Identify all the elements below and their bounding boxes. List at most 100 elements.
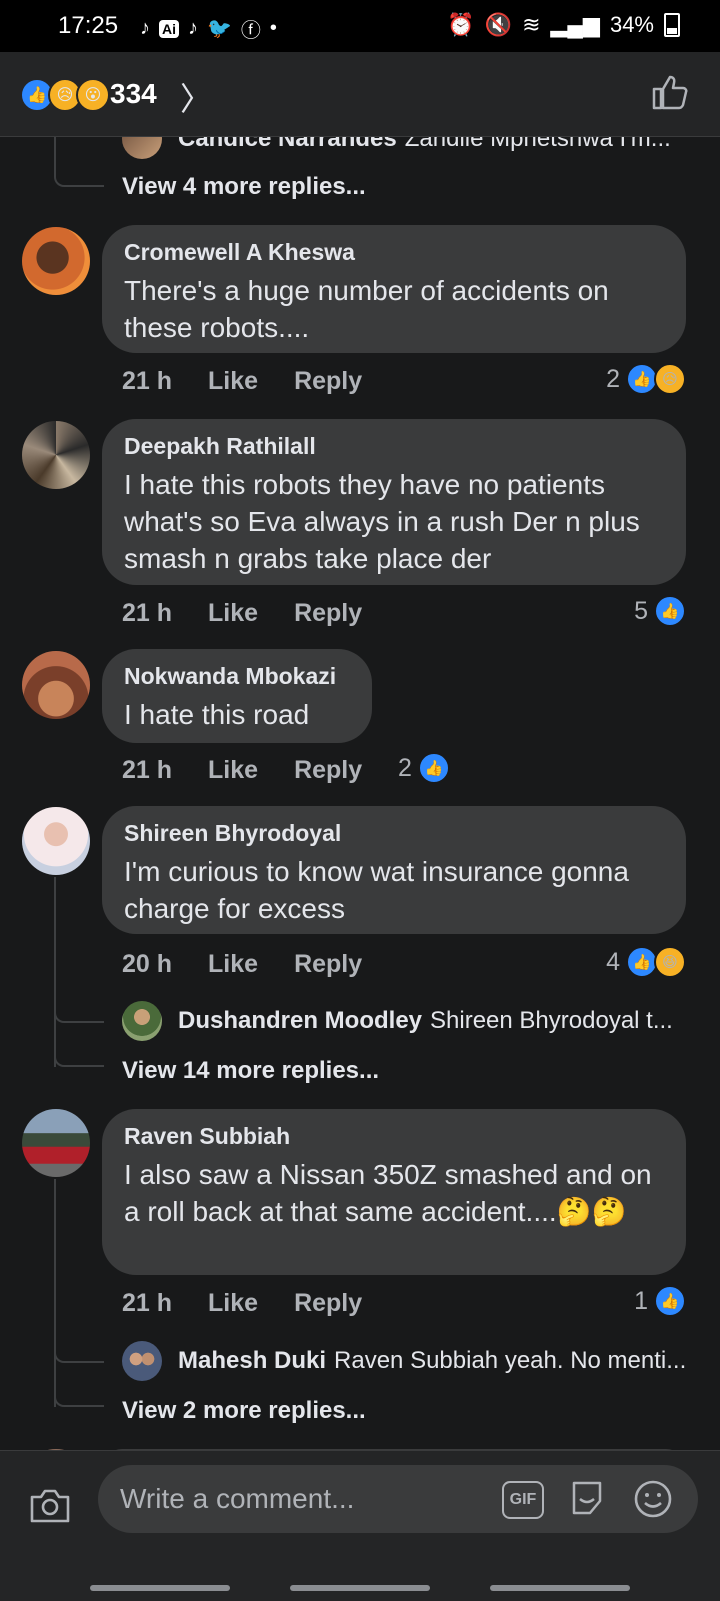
- reply-button[interactable]: Reply: [294, 599, 362, 628]
- comment-author[interactable]: Nokwanda Mbokazi: [124, 663, 350, 690]
- reply-text: Shireen Bhyrodoyal t...: [430, 1007, 673, 1034]
- reply-preview[interactable]: Mahesh Duki Raven Subbiah yeah. No menti…: [178, 1347, 686, 1375]
- comment-actions: 21 h Like Reply: [122, 367, 362, 396]
- reply-author[interactable]: Dushandren Moodley: [178, 1007, 422, 1035]
- like-button[interactable]: Like: [208, 1289, 258, 1318]
- chevron-right-icon[interactable]: 〉: [180, 74, 212, 120]
- comment-author[interactable]: Raven Subbiah: [124, 1123, 664, 1150]
- comment-time[interactable]: 21 h: [122, 1289, 172, 1318]
- comment-bubble: Shireen Bhyrodoyal I'm curious to know w…: [102, 806, 686, 934]
- comment-reactions[interactable]: 1 👍: [634, 1285, 686, 1317]
- system-icons: ⏰ 🔇 ≋ ▂▄▆ 34%: [447, 12, 680, 38]
- comment-author[interactable]: Shireen Bhyrodoyal: [124, 820, 664, 847]
- system-nav-bar: [0, 1581, 720, 1601]
- like-reaction-icon: 👍: [417, 752, 450, 784]
- wow-reaction-icon: 😮: [76, 78, 110, 112]
- reply-preview[interactable]: Dushandren Moodley Shireen Bhyrodoyal t.…: [178, 1007, 673, 1035]
- camera-icon[interactable]: [28, 1485, 72, 1525]
- status-time: 17:25: [58, 12, 119, 39]
- comment-reactions[interactable]: 4 👍 😆: [606, 946, 686, 978]
- reaction-count[interactable]: 334: [110, 78, 157, 110]
- thread-connector: [54, 1377, 104, 1407]
- reply-button[interactable]: Reply: [294, 756, 362, 785]
- dot-icon: •: [269, 17, 277, 39]
- like-thumb-icon[interactable]: [650, 72, 690, 112]
- tiktok-icon: ♪: [140, 17, 150, 39]
- comment-time[interactable]: 21 h: [122, 756, 172, 785]
- avatar[interactable]: [22, 807, 90, 875]
- comment-author[interactable]: Cromewell A Kheswa: [124, 239, 664, 266]
- comment-bubble: Nokwanda Mbokazi I hate this road: [102, 649, 372, 743]
- reactions-header: 👍 😥 😮 334 〉: [0, 52, 720, 137]
- avatar[interactable]: [22, 1109, 90, 1177]
- reaction-count: 4: [606, 947, 620, 976]
- like-button[interactable]: Like: [208, 599, 258, 628]
- thread-connector: [54, 1333, 104, 1363]
- comment-reactions[interactable]: 2 👍 😥: [606, 363, 686, 395]
- twitter-icon: 🐦: [207, 18, 232, 40]
- reaction-count: 5: [634, 596, 648, 625]
- nav-handle[interactable]: [290, 1585, 430, 1591]
- avatar[interactable]: [122, 1341, 162, 1381]
- comment-text: I'm curious to know wat insurance gonna …: [124, 856, 629, 924]
- thread-line: [54, 1179, 56, 1407]
- reply-text: Raven Subbiah yeah. No menti...: [334, 1347, 687, 1374]
- comment-bubble: Deepakh Rathilall I hate this robots the…: [102, 419, 686, 585]
- comment-time[interactable]: 20 h: [122, 950, 172, 979]
- thread-connector: [54, 993, 104, 1023]
- reply-button[interactable]: Reply: [294, 1289, 362, 1318]
- like-reaction-icon: 👍: [654, 595, 686, 627]
- comment-time[interactable]: 21 h: [122, 367, 172, 396]
- signal-icon: ▂▄▆: [550, 12, 600, 37]
- ai-app-icon: Ai: [159, 19, 179, 38]
- comment-actions: 21 h Like Reply: [122, 599, 362, 628]
- nav-handle[interactable]: [490, 1585, 630, 1591]
- comment-reactions[interactable]: 5 👍: [634, 595, 686, 627]
- avatar[interactable]: [22, 227, 90, 295]
- avatar[interactable]: [122, 137, 162, 159]
- like-button[interactable]: Like: [208, 367, 258, 396]
- comment-author[interactable]: Deepakh Rathilall: [124, 433, 664, 460]
- battery-icon: [664, 13, 680, 37]
- wifi-icon: ≋: [522, 12, 541, 37]
- view-more-replies[interactable]: View 4 more replies...: [122, 173, 366, 201]
- comment-input[interactable]: Write a comment... GIF: [98, 1465, 698, 1533]
- thread-connector: [54, 157, 104, 187]
- emoji-icon[interactable]: [633, 1479, 673, 1519]
- reply-button[interactable]: Reply: [294, 367, 362, 396]
- comment-bubble: Cromewell A Kheswa There's a huge number…: [102, 225, 686, 353]
- reply-text: Zandile Mphetshwa I'm...: [404, 137, 671, 152]
- avatar[interactable]: [22, 651, 90, 719]
- avatar[interactable]: [22, 421, 90, 489]
- reply-preview[interactable]: Candice Narrandes Zandile Mphetshwa I'm.…: [178, 137, 671, 153]
- mute-icon: 🔇: [484, 12, 513, 37]
- view-more-replies[interactable]: View 14 more replies...: [122, 1057, 379, 1085]
- avatar[interactable]: [122, 1001, 162, 1041]
- notification-icons: ♪ Ai ♪ 🐦 ⓕ •: [140, 14, 277, 43]
- like-button[interactable]: Like: [208, 756, 258, 785]
- gif-button[interactable]: GIF: [502, 1481, 544, 1519]
- comment-text: I hate this robots they have no patients…: [124, 469, 640, 574]
- reaction-summary[interactable]: 👍 😥 😮: [20, 78, 110, 112]
- haha-reaction-icon: 😆: [654, 946, 686, 978]
- reaction-count: 2: [398, 753, 412, 782]
- view-more-replies[interactable]: View 2 more replies...: [122, 1397, 366, 1425]
- reply-button[interactable]: Reply: [294, 950, 362, 979]
- comment-feed[interactable]: Candice Narrandes Zandile Mphetshwa I'm.…: [0, 137, 720, 1480]
- nav-handle[interactable]: [90, 1585, 230, 1591]
- reply-author[interactable]: Candice Narrandes: [178, 137, 397, 153]
- facebook-icon: ⓕ: [240, 20, 261, 42]
- alarm-icon: ⏰: [447, 12, 475, 37]
- tiktok-icon: ♪: [188, 17, 198, 39]
- like-button[interactable]: Like: [208, 950, 258, 979]
- sad-reaction-icon: 😥: [654, 363, 686, 395]
- comment-actions: 20 h Like Reply: [122, 950, 362, 979]
- comment-text: I also saw a Nissan 350Z smashed and on …: [124, 1159, 652, 1227]
- comment-actions: 21 h Like Reply: [122, 756, 362, 785]
- comment-time[interactable]: 21 h: [122, 599, 172, 628]
- comment-composer: Write a comment... GIF: [0, 1450, 720, 1601]
- sticker-icon[interactable]: [568, 1479, 606, 1517]
- comment-text: I hate this road: [124, 699, 310, 730]
- reply-author[interactable]: Mahesh Duki: [178, 1347, 326, 1375]
- comment-reactions[interactable]: 2 👍: [398, 752, 450, 784]
